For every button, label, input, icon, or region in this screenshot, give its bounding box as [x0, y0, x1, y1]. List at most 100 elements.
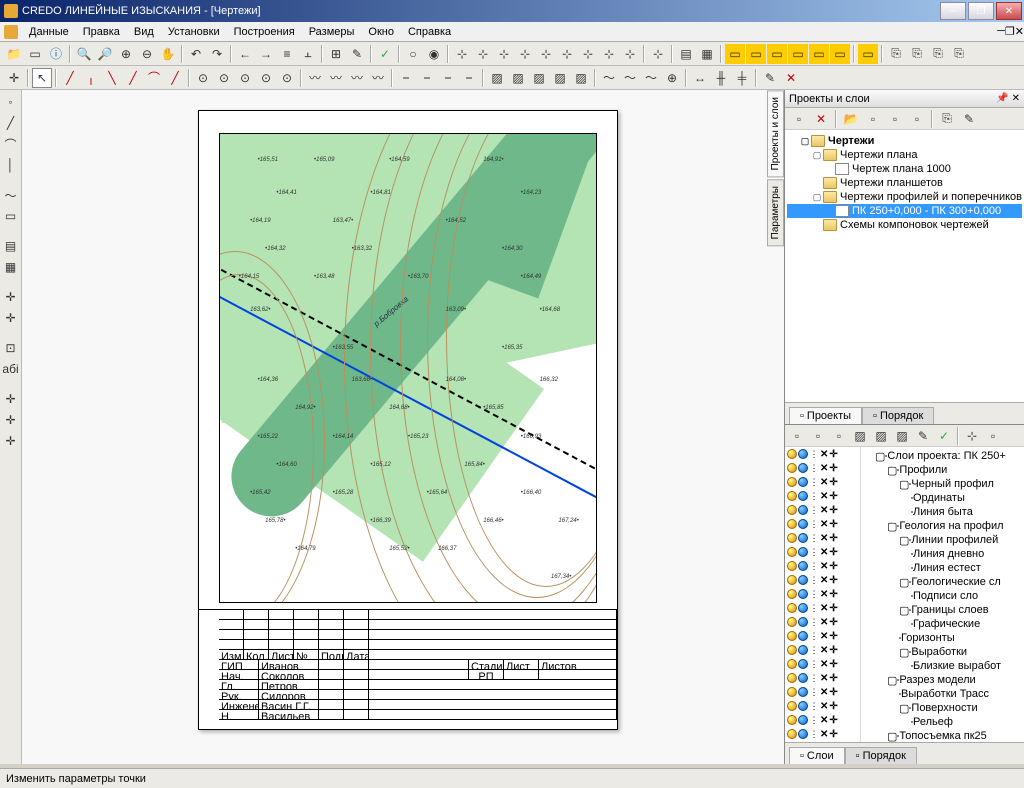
- tool-y4[interactable]: ▭: [788, 44, 808, 64]
- pin-icon[interactable]: 📌 ✕: [996, 93, 1020, 104]
- layer-state-row[interactable]: ⋮✕✛: [785, 657, 860, 671]
- lyr-daylight[interactable]: Линия дневно: [863, 547, 1022, 561]
- drawing-canvas[interactable]: р.Бобровка •165,51 •165,09 •164,59 164,9…: [22, 90, 784, 764]
- tool-snap1-icon[interactable]: ⊹: [452, 44, 472, 64]
- tab-projects[interactable]: ▫Проекты: [789, 407, 862, 424]
- ltool-11[interactable]: ⊡: [1, 338, 21, 358]
- lyr-natural[interactable]: Линия естест: [863, 561, 1022, 575]
- ltool-12[interactable]: абі: [1, 359, 21, 379]
- tool-hatch5-icon[interactable]: ▨: [571, 68, 591, 88]
- tool-arc5-icon[interactable]: ⊙: [277, 68, 297, 88]
- tool-lines-icon[interactable]: ≡: [277, 44, 297, 64]
- layer-state-row[interactable]: ⋮✕✛: [785, 699, 860, 713]
- tool-window-icon[interactable]: ▭: [25, 44, 45, 64]
- pt-new-icon[interactable]: ▫: [789, 109, 809, 129]
- lt-4[interactable]: ▨: [850, 426, 870, 446]
- ltool-15[interactable]: ✛: [1, 431, 21, 451]
- menu-window[interactable]: Окно: [361, 24, 401, 40]
- mdi-minimize-button[interactable]: ─: [997, 25, 1005, 38]
- pt-page1-icon[interactable]: ▫: [863, 109, 883, 129]
- tool-line2-icon[interactable]: ╷: [81, 68, 101, 88]
- tool-ln4-icon[interactable]: ⎯: [459, 68, 479, 88]
- ltool-8[interactable]: ▦: [1, 257, 21, 277]
- ltool-10[interactable]: ✛: [1, 308, 21, 328]
- tool-zoom-out-icon[interactable]: ⊖: [137, 44, 157, 64]
- pt-page3-icon[interactable]: ▫: [907, 109, 927, 129]
- tool-y1[interactable]: ▭: [725, 44, 745, 64]
- tool-edit-icon[interactable]: ✎: [347, 44, 367, 64]
- lyr-relief[interactable]: Рельеф: [863, 715, 1022, 729]
- tool-arc2-icon[interactable]: ⊙: [214, 68, 234, 88]
- tool-y5[interactable]: ▭: [809, 44, 829, 64]
- tree-root[interactable]: ▢Чертежи: [787, 134, 1022, 148]
- tool-snap3-icon[interactable]: ⊹: [494, 44, 514, 64]
- tool-info-icon[interactable]: ⓘ: [46, 44, 66, 64]
- lt-8[interactable]: ✓: [934, 426, 954, 446]
- lyr-geolabels[interactable]: Подписи сло: [863, 589, 1022, 603]
- tool-snap10-icon[interactable]: ⊹: [648, 44, 668, 64]
- tool-arc1-icon[interactable]: ⊙: [193, 68, 213, 88]
- menu-help[interactable]: Справка: [401, 24, 458, 40]
- layer-state-row[interactable]: ⋮✕✛: [785, 503, 860, 517]
- mdi-close-button[interactable]: ✕: [1015, 25, 1024, 38]
- lyr-topo[interactable]: ▢Топосъемка пк25: [863, 729, 1022, 742]
- vtab-projects[interactable]: Проекты и слои: [767, 90, 784, 177]
- tool-align-icon[interactable]: ⫠: [298, 44, 318, 64]
- tool-select-icon[interactable]: ↖: [32, 68, 52, 88]
- lt-9[interactable]: ⊹: [962, 426, 982, 446]
- tool-sp1-icon[interactable]: 〜: [599, 68, 619, 88]
- tool-hatch1-icon[interactable]: ▨: [487, 68, 507, 88]
- tool-sp4-icon[interactable]: ⊕: [662, 68, 682, 88]
- tool-pan-icon[interactable]: ✋: [158, 44, 178, 64]
- tool-dim1-icon[interactable]: ↔: [690, 68, 710, 88]
- tab-layers[interactable]: ▫Слои: [789, 747, 845, 764]
- pt-page2-icon[interactable]: ▫: [885, 109, 905, 129]
- tab-order[interactable]: ▫Порядок: [862, 407, 934, 424]
- tool-open-icon[interactable]: 📁: [4, 44, 24, 64]
- lt-10[interactable]: ▫: [983, 426, 1003, 446]
- tree-layouts[interactable]: Схемы компоновок чертежей: [787, 218, 1022, 232]
- tool-copy3-icon[interactable]: ⎘: [928, 44, 948, 64]
- lt-6[interactable]: ▨: [892, 426, 912, 446]
- lyr-bounds[interactable]: ▢Границы слоев: [863, 603, 1022, 617]
- layer-state-row[interactable]: ⋮✕✛: [785, 475, 860, 489]
- tool-ln3-icon[interactable]: ⎯: [438, 68, 458, 88]
- layer-state-row[interactable]: ⋮✕✛: [785, 447, 860, 461]
- tool-y2[interactable]: ▭: [746, 44, 766, 64]
- pt-folder-icon[interactable]: 📂: [841, 109, 861, 129]
- ltool-7[interactable]: ▤: [1, 236, 21, 256]
- ltool-5[interactable]: 〜: [1, 185, 21, 205]
- lyr-workings[interactable]: ▢Выработки: [863, 645, 1022, 659]
- menu-view[interactable]: Вид: [127, 24, 161, 40]
- tool-snap8-icon[interactable]: ⊹: [599, 44, 619, 64]
- menu-construction[interactable]: Построения: [227, 24, 302, 40]
- layer-state-row[interactable]: ⋮✕✛: [785, 629, 860, 643]
- layer-state-row[interactable]: ⋮✕✛: [785, 685, 860, 699]
- layer-state-row[interactable]: ⋮✕✛: [785, 601, 860, 615]
- lyr-profiles[interactable]: ▢Профили: [863, 463, 1022, 477]
- menu-settings[interactable]: Установки: [161, 24, 227, 40]
- tool-hatch4-icon[interactable]: ▨: [550, 68, 570, 88]
- menu-edit[interactable]: Правка: [76, 24, 127, 40]
- tool-dim3-icon[interactable]: ╪: [732, 68, 752, 88]
- tool-snap2-icon[interactable]: ⊹: [473, 44, 493, 64]
- layer-state-row[interactable]: ⋮✕✛: [785, 615, 860, 629]
- layers-tree[interactable]: ▢Слои проекта: ПК 250+ ▢Профили ▢Черный …: [861, 447, 1024, 742]
- tool-zoom-in-icon[interactable]: ⊕: [116, 44, 136, 64]
- tool-circle1-icon[interactable]: ○: [403, 44, 423, 64]
- pt-copy-icon[interactable]: ⎘: [937, 109, 957, 129]
- tree-profiles[interactable]: ▢Чертежи профилей и поперечников: [787, 190, 1022, 204]
- tool-cursor-icon[interactable]: ✛: [4, 68, 24, 88]
- tool-sp2-icon[interactable]: 〜: [620, 68, 640, 88]
- tool-copy4-icon[interactable]: ⎘: [949, 44, 969, 64]
- tool-y6[interactable]: ▭: [830, 44, 850, 64]
- layers-title[interactable]: ▢Слои проекта: ПК 250+: [863, 449, 1022, 463]
- pt-del-icon[interactable]: ✕: [811, 109, 831, 129]
- tool-dim2-icon[interactable]: ╫: [711, 68, 731, 88]
- lyr-routeworkings[interactable]: Выработки Трасс: [863, 687, 1022, 701]
- tool-zoom-window-icon[interactable]: 🔎: [95, 44, 115, 64]
- tool-snap9-icon[interactable]: ⊹: [620, 44, 640, 64]
- tab-order2[interactable]: ▫Порядок: [845, 747, 917, 764]
- lt-1[interactable]: ▫: [787, 426, 807, 446]
- tool-ln2-icon[interactable]: ⎯: [417, 68, 437, 88]
